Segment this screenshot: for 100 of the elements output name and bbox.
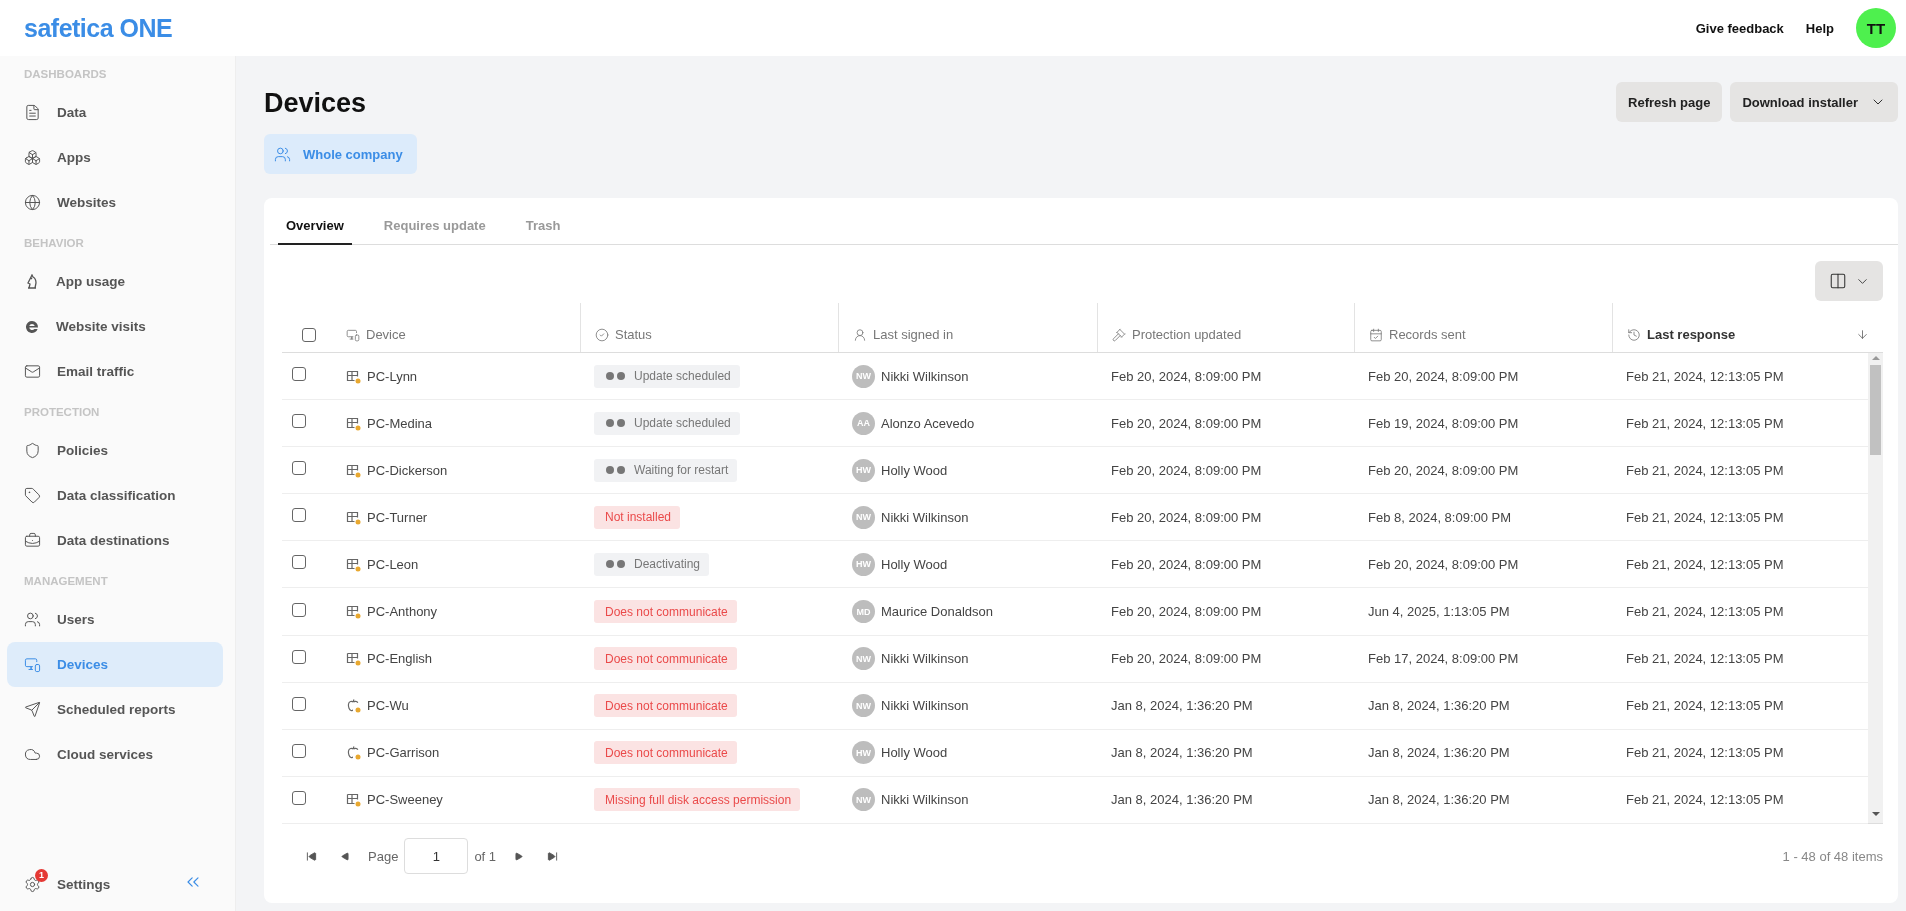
sidebar-item[interactable]: Email traffic [7,349,223,394]
column-icon [1627,327,1641,342]
user-initials-avatar: HW [852,552,875,576]
table-cell: Jan 8, 2024, 1:36:20 PM [1368,698,1510,714]
table-cell: Jan 8, 2024, 1:36:20 PM [1368,792,1510,808]
scrollbar[interactable] [1868,353,1883,823]
sidebar-item[interactable]: Data destinations [7,518,223,563]
sidebar-item[interactable]: Users [7,597,223,642]
progress-dots-icon [605,371,627,382]
device-name[interactable]: PC-Lynn [367,368,418,384]
device-name[interactable]: PC-Medina [367,415,433,431]
table-cell: Feb 21, 2024, 12:13:05 PM [1626,745,1784,761]
status-tag: Not installed [594,505,681,529]
sidebar-item[interactable]: Scheduled reports [7,687,223,732]
row-checkbox[interactable] [292,508,306,523]
sidebar-item[interactable]: Data [7,90,223,135]
scroll-down-icon[interactable] [1871,809,1880,819]
table-cell: Feb 20, 2024, 8:09:00 PM [1368,368,1519,384]
next-page-icon [514,851,524,861]
device-name[interactable]: PC-Garrison [367,745,440,761]
scrollbar-thumb[interactable] [1870,365,1881,455]
header-link[interactable]: Give feedback [1695,20,1784,36]
toolbar-button[interactable]: Download installer [1730,82,1898,122]
table-cell: Feb 21, 2024, 12:13:05 PM [1626,462,1784,478]
table-cell: Feb 19, 2024, 8:09:00 PM [1368,415,1519,431]
table-cell: Nikki Wilkinson [881,368,969,384]
status-tag: Update scheduled [594,411,740,435]
nav-icon [24,746,41,763]
column-icon [595,327,609,342]
nav-icon [24,194,41,211]
tab[interactable]: Overview [278,212,352,245]
sidebar-item[interactable]: Data classification [7,473,223,518]
table-cell: Feb 21, 2024, 12:13:05 PM [1626,604,1784,619]
sort-arrow-icon [1856,328,1869,341]
table-cell: Jan 8, 2024, 1:36:20 PM [1111,792,1253,808]
row-checkbox[interactable] [292,461,306,476]
sidebar-item[interactable]: App usage [7,259,223,304]
table-cell: Nikki Wilkinson [881,792,969,808]
user-initials-avatar: NW [852,647,875,671]
previous-page-icon [341,851,350,861]
table-cell: Feb 21, 2024, 12:13:05 PM [1626,415,1784,431]
device-name[interactable]: PC-Turner [367,509,428,525]
columns-button[interactable] [1815,261,1883,301]
sidebar-item[interactable]: Apps [7,135,223,180]
status-tag: Does not communicate [594,694,737,718]
device-name[interactable]: PC-Anthony [367,604,438,619]
device-name[interactable]: PC-Dickerson [367,462,448,478]
sidebar-item[interactable]: Cloud services [7,732,223,777]
table-cell: Feb 20, 2024, 8:09:00 PM [1111,604,1262,619]
table-cell: Feb 20, 2024, 8:09:00 PM [1111,509,1262,525]
column-header[interactable]: Device [366,327,406,342]
row-checkbox[interactable] [292,602,306,617]
nav-icon [24,442,41,459]
column-header[interactable]: Last response [1647,327,1736,342]
table-cell: Jan 8, 2024, 1:36:20 PM [1368,745,1510,761]
settings-link[interactable]: 1 Settings [24,867,115,897]
status-tag: Update scheduled [594,364,740,388]
column-header[interactable]: Status [615,327,652,342]
user-initials-avatar: NW [852,505,875,529]
header-link[interactable]: Help [1805,20,1834,36]
column-header[interactable]: Records sent [1389,327,1466,342]
sidebar-item[interactable]: Websites [7,180,223,225]
table-cell: Nikki Wilkinson [881,651,969,667]
row-checkbox[interactable] [292,555,306,570]
row-checkbox[interactable] [292,649,306,664]
e-letter-icon [24,318,40,335]
row-checkbox[interactable] [292,414,306,429]
items-summary: 1 - 48 of 48 items [1782,848,1883,864]
column-icon [1112,327,1126,342]
column-header[interactable]: Protection updated [1132,327,1242,342]
row-checkbox[interactable] [292,696,306,711]
device-name[interactable]: PC-Sweeney [367,792,443,808]
device-name[interactable]: PC-English [367,651,433,667]
sidebar-item[interactable]: Website visits [7,304,223,349]
toolbar-button[interactable]: Refresh page [1616,82,1723,122]
select-all-checkbox[interactable] [302,327,316,342]
sidebar-item[interactable]: Policies [7,428,223,473]
status-tag: Does not communicate [594,600,737,623]
user-initials-avatar: NW [852,364,875,388]
progress-dots-icon [605,418,627,429]
device-name[interactable]: PC-Leon [367,556,419,572]
table-cell: Feb 21, 2024, 12:13:05 PM [1626,792,1784,808]
table-cell: Feb 20, 2024, 8:09:00 PM [1368,556,1519,572]
column-header[interactable]: Last signed in [873,327,954,342]
row-checkbox[interactable] [292,367,306,382]
table-cell: Holly Wood [881,745,948,761]
row-checkbox[interactable] [292,743,306,758]
nav-icon [24,487,41,504]
status-tag: Does not communicate [594,647,737,671]
table-cell: Alonzo Acevedo [881,415,975,431]
user-initials-avatar: NW [852,788,875,812]
user-avatar[interactable]: TT [1856,8,1896,48]
nav-icon [24,532,41,549]
table-cell: Feb 21, 2024, 12:13:05 PM [1626,368,1784,384]
table-cell: Feb 20, 2024, 8:09:00 PM [1111,651,1262,667]
device-name[interactable]: PC-Wu [367,698,409,714]
column-icon [1369,327,1383,342]
page-input[interactable]: 1 [404,838,469,874]
row-checkbox[interactable] [292,790,306,805]
table-cell: Feb 21, 2024, 12:13:05 PM [1626,651,1784,667]
